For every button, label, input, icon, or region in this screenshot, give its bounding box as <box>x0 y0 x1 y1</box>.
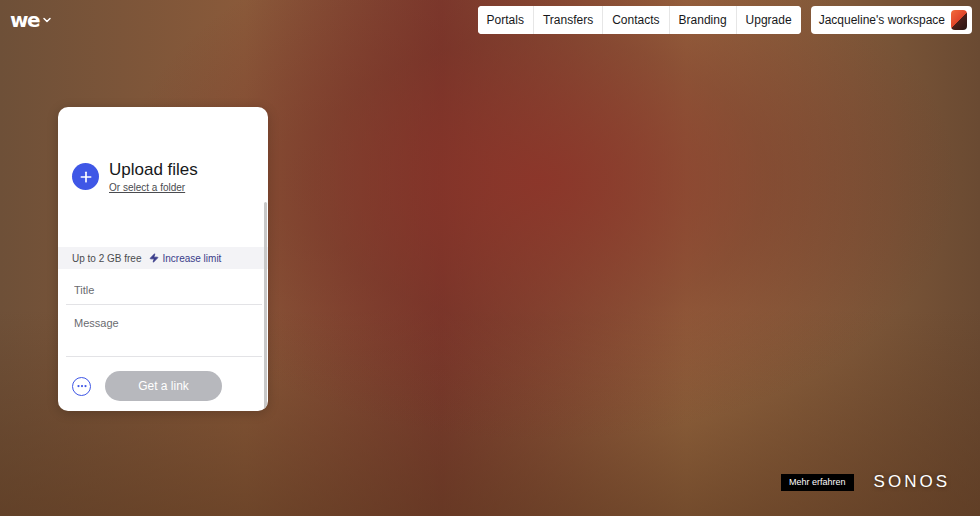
increase-limit-button[interactable]: Increase limit <box>149 253 221 264</box>
nav-item[interactable]: Transfers <box>533 6 602 34</box>
nav-item[interactable]: Branding <box>669 6 736 34</box>
upload-title[interactable]: Upload files <box>109 160 198 180</box>
workspace-label[interactable]: Jacqueline's workspace <box>819 13 945 27</box>
ad-cta-button[interactable]: Mehr erfahren <box>781 474 854 491</box>
limit-text: Up to 2 GB free <box>72 253 141 264</box>
header-actions: PortalsTransfersContactsBrandingUpgrade J… <box>478 6 972 34</box>
logo-text[interactable]: we <box>10 10 39 30</box>
upload-texts: Upload files Or select a folder <box>109 160 198 193</box>
ad-bar: Mehr erfahren SONOS <box>0 472 980 516</box>
page: we PortalsTransfersContactsBrandingUpgrad… <box>0 0 980 516</box>
logo[interactable]: we <box>10 6 53 30</box>
more-options-button[interactable] <box>72 377 91 396</box>
bolt-icon[interactable] <box>149 253 159 263</box>
title-field[interactable] <box>66 275 262 305</box>
upload-button[interactable] <box>72 163 99 190</box>
nav-bar: PortalsTransfersContactsBrandingUpgrade <box>478 6 801 34</box>
nav-item[interactable]: Upgrade <box>736 6 801 34</box>
header: we PortalsTransfersContactsBrandingUpgrad… <box>0 0 980 34</box>
message-field[interactable] <box>66 305 262 357</box>
workspace-button[interactable]: Jacqueline's workspace <box>811 6 972 34</box>
upload-panel: Upload files Or select a folder Up to 2 GB… <box>58 107 268 411</box>
fields <box>58 269 268 357</box>
get-link-button[interactable]: Get a link <box>105 371 222 401</box>
main: Upload files Or select a folder Up to 2 GB… <box>0 34 980 472</box>
select-folder-link[interactable]: Or select a folder <box>109 182 198 193</box>
plus-icon[interactable] <box>78 169 94 185</box>
panel-footer: Get a link <box>58 357 268 411</box>
nav-item[interactable]: Portals <box>478 6 533 34</box>
ellipsis-icon[interactable] <box>76 380 88 392</box>
chevron-down-icon[interactable] <box>41 14 53 26</box>
workspace-avatar[interactable] <box>951 10 967 30</box>
upload-area[interactable]: Upload files Or select a folder <box>58 107 268 247</box>
nav-item[interactable]: Contacts <box>602 6 668 34</box>
scrollbar[interactable] <box>264 202 267 411</box>
limit-strip: Up to 2 GB free Increase limit <box>58 247 268 269</box>
ad-brand-logo[interactable]: SONOS <box>874 472 950 492</box>
